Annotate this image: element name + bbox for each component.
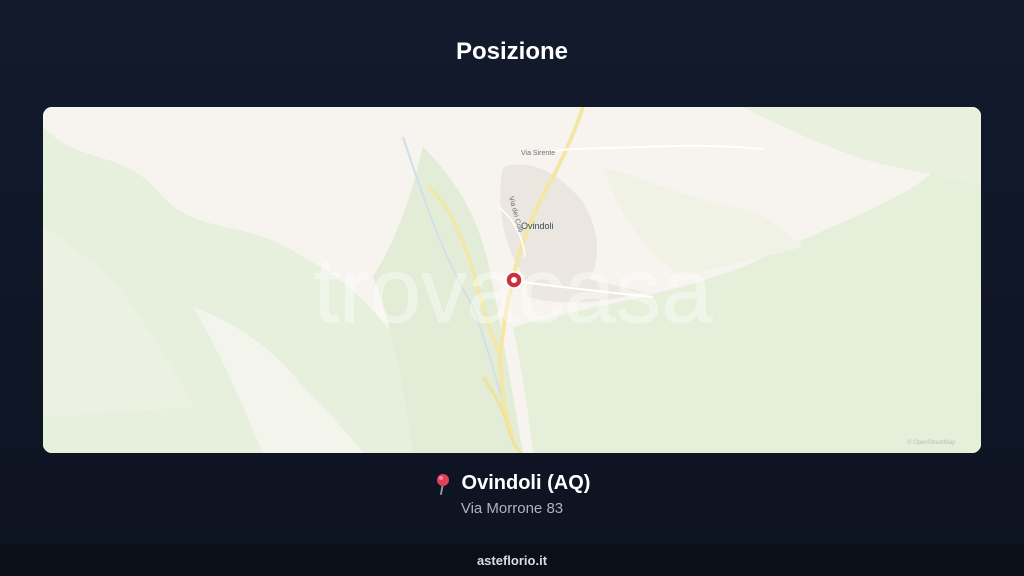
location-row: Ovindoli (AQ) <box>0 472 1024 495</box>
location-marker-icon[interactable] <box>505 271 523 289</box>
map-watermark: trovacasa <box>314 240 714 342</box>
map-view[interactable]: trovacasa Via Sirente Via dei Colli Ovin… <box>43 107 981 453</box>
round-pushpin-icon <box>436 473 449 495</box>
map-attribution[interactable]: © OpenStreetMap <box>907 439 956 446</box>
street-label-via-sirente: Via Sirente <box>521 150 555 157</box>
location-name: Ovindoli (AQ) <box>461 472 591 494</box>
location-address: Via Morrone 83 <box>460 500 564 517</box>
town-label: Ovindoli <box>521 221 554 231</box>
footer-site-link[interactable]: asteflorio.it <box>477 553 547 568</box>
page-title: Posizione <box>455 38 569 65</box>
footer: asteflorio.it <box>0 544 1024 576</box>
map-canvas[interactable]: trovacasa Via Sirente Via dei Colli Ovin… <box>43 107 981 453</box>
